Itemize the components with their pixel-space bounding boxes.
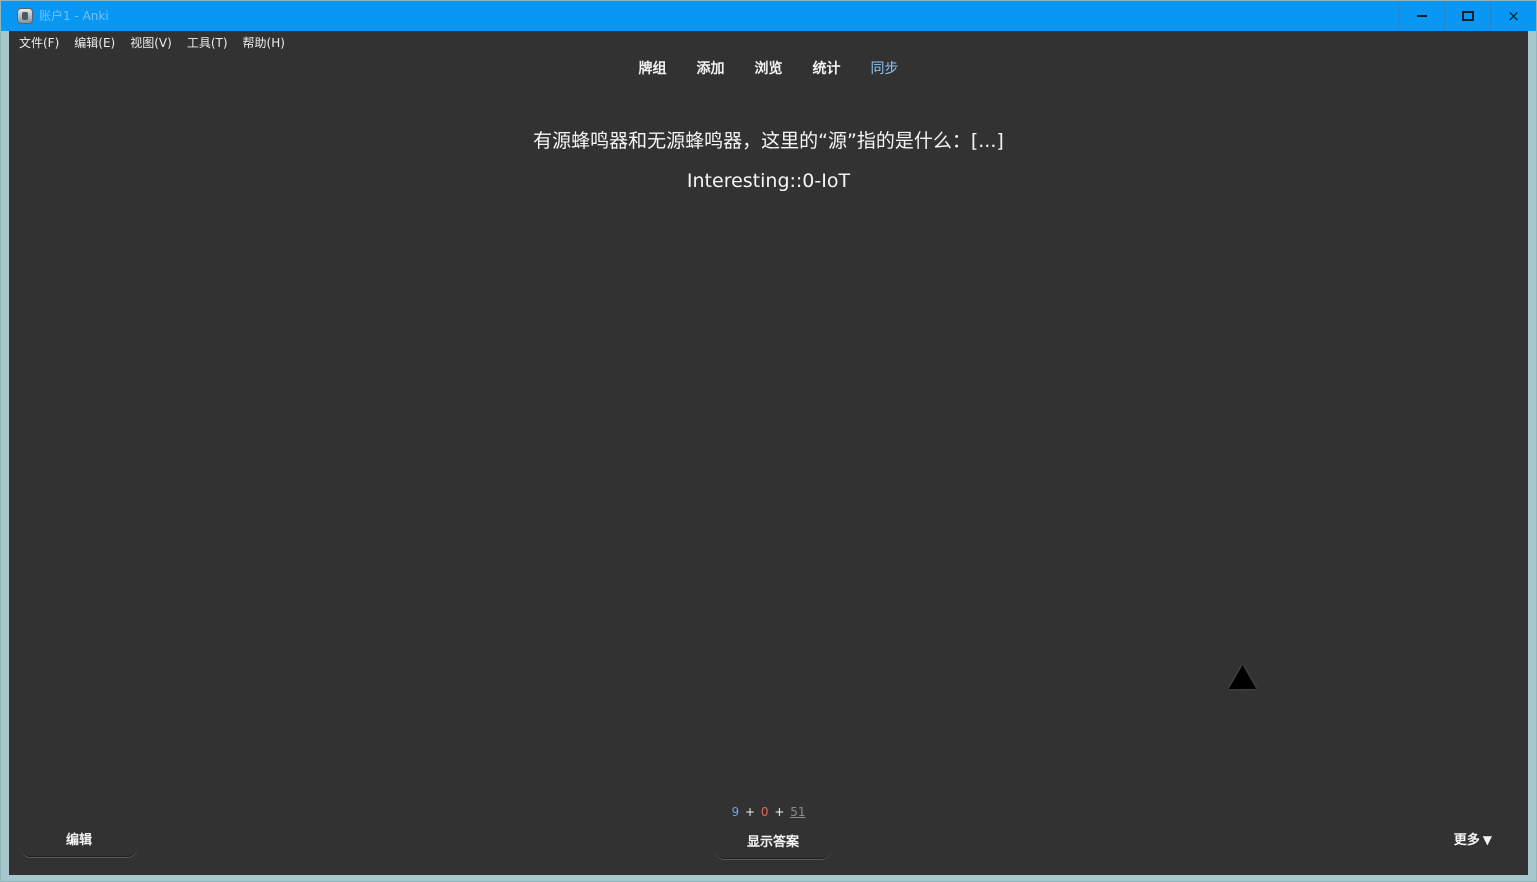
- new-count: 9: [731, 805, 740, 819]
- edit-button[interactable]: 编辑: [21, 825, 137, 857]
- menu-file[interactable]: 文件(F): [19, 31, 59, 55]
- mouse-cursor-icon: [1228, 664, 1264, 702]
- menu-tools[interactable]: 工具(T): [187, 31, 228, 55]
- menu-view[interactable]: 视图(V): [130, 31, 172, 55]
- window-controls: ×: [1398, 1, 1536, 31]
- maximize-icon: [1461, 11, 1474, 21]
- review-card-area: 有源蜂鸣器和无源蜂鸣器，这里的“源”指的是什么：[...] Interestin…: [9, 83, 1528, 743]
- toolbar-stats[interactable]: 统计: [813, 55, 841, 83]
- learn-count: 0: [760, 805, 769, 819]
- main-toolbar: 牌组 添加 浏览 统计 同步: [9, 55, 1528, 83]
- toolbar-add[interactable]: 添加: [697, 55, 725, 83]
- toolbar-sync[interactable]: 同步: [871, 55, 899, 83]
- close-button[interactable]: ×: [1490, 1, 1536, 31]
- menu-help[interactable]: 帮助(H): [243, 31, 285, 55]
- review-bottom-bar: 9 + 0 + 51 编辑 显示答案 更多 ▼: [9, 793, 1528, 875]
- anki-app-icon: [17, 8, 33, 24]
- toolbar-browse[interactable]: 浏览: [755, 55, 783, 83]
- card-deck-name: Interesting::0-IoT: [686, 170, 851, 192]
- card-question: 有源蜂鸣器和无源蜂鸣器，这里的“源”指的是什么：[...]: [533, 130, 1004, 152]
- review-count: 51: [790, 805, 806, 819]
- close-icon: ×: [1507, 7, 1520, 25]
- due-counts: 9 + 0 + 51: [9, 803, 1528, 821]
- menu-edit[interactable]: 编辑(E): [74, 31, 115, 55]
- anki-content: 文件(F) 编辑(E) 视图(V) 工具(T) 帮助(H) 牌组 添加 浏览 统…: [9, 31, 1528, 875]
- window-title: 账户1 - Anki: [39, 9, 109, 23]
- menu-bar: 文件(F) 编辑(E) 视图(V) 工具(T) 帮助(H): [9, 31, 300, 55]
- title-bar[interactable]: 账户1 - Anki ×: [1, 1, 1536, 31]
- minimize-icon: [1416, 15, 1427, 17]
- minimize-button[interactable]: [1398, 1, 1444, 31]
- maximize-button[interactable]: [1444, 1, 1490, 31]
- count-separator-2: +: [774, 805, 785, 819]
- dropdown-triangle-icon: ▼: [1482, 833, 1492, 847]
- more-button[interactable]: 更多 ▼: [1422, 824, 1492, 856]
- count-separator-1: +: [744, 805, 756, 819]
- more-button-label: 更多: [1453, 833, 1480, 848]
- anki-main-window: 账户1 - Anki × 文件(F) 编辑(E) 视图(V) 工具(T) 帮助(…: [0, 0, 1537, 882]
- show-answer-button[interactable]: 显示答案: [715, 827, 831, 859]
- toolbar-decks[interactable]: 牌组: [639, 55, 667, 83]
